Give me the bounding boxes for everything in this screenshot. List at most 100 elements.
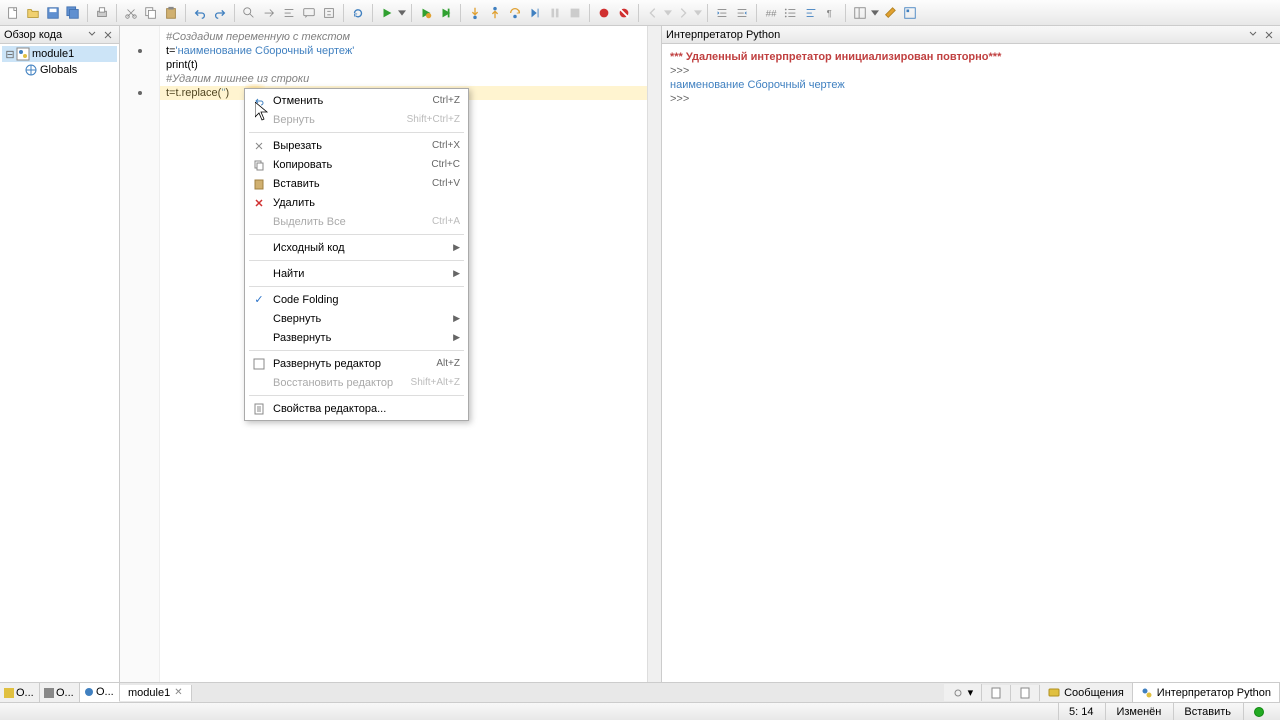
step-over-button[interactable] (437, 4, 455, 22)
menu-delete[interactable]: Удалить (245, 193, 468, 212)
status-led-icon (1254, 707, 1264, 717)
settings-button[interactable] (901, 4, 919, 22)
paste-button[interactable] (162, 4, 180, 22)
new-file-button[interactable] (4, 4, 22, 22)
editor-toolbar-button[interactable] (982, 685, 1011, 701)
open-file-button[interactable] (24, 4, 42, 22)
copy-button[interactable] (142, 4, 160, 22)
debug-button[interactable] (417, 4, 435, 22)
menu-separator (249, 350, 464, 351)
tab-label: Сообщения (1064, 687, 1124, 699)
breakpoint-button[interactable] (595, 4, 613, 22)
menu-editor-properties[interactable]: Свойства редактора... (245, 399, 468, 418)
stop-button[interactable] (566, 4, 584, 22)
print-button[interactable] (93, 4, 111, 22)
tree-item-module[interactable]: ⊟ module1 (2, 46, 117, 62)
gear-icon (952, 687, 964, 699)
editor-tab-module[interactable]: module1 ✕ (120, 685, 192, 701)
cut-button[interactable] (122, 4, 140, 22)
toolbar-separator (234, 4, 235, 22)
menu-select-all[interactable]: Выделить Все Ctrl+A (245, 212, 468, 231)
undo-button[interactable] (191, 4, 209, 22)
nav-back-dropdown[interactable] (664, 6, 672, 20)
nav-forward-button[interactable] (674, 4, 692, 22)
svg-text:##: ## (766, 8, 777, 19)
menu-separator (249, 132, 464, 133)
menu-code-folding[interactable]: ✓ Code Folding (245, 290, 468, 309)
indent-button[interactable] (733, 4, 751, 22)
left-tab[interactable]: О... (0, 683, 40, 702)
paragraph-button[interactable]: ¶ (822, 4, 840, 22)
menu-cut[interactable]: Вырезать Ctrl+X (245, 136, 468, 155)
run-button[interactable] (378, 4, 396, 22)
nav-back-button[interactable] (644, 4, 662, 22)
layout-dropdown[interactable] (871, 6, 879, 20)
run-dropdown[interactable] (398, 6, 406, 20)
paste-icon (253, 178, 265, 190)
step-next-button[interactable] (506, 4, 524, 22)
tab-messages[interactable]: Сообщения (1040, 683, 1133, 702)
panel-minimize-button[interactable] (1246, 28, 1260, 42)
search-button[interactable] (240, 4, 258, 22)
python-icon (1141, 687, 1153, 699)
step-out-button[interactable] (486, 4, 504, 22)
left-tab[interactable]: О... (40, 683, 80, 702)
tree-item-globals[interactable]: Globals (2, 62, 117, 78)
python-file-icon (16, 47, 30, 61)
outdent-button[interactable] (713, 4, 731, 22)
toggle-comment-button[interactable]: ## (762, 4, 780, 22)
undo-icon (253, 95, 265, 107)
bookmark-button[interactable] (320, 4, 338, 22)
editor-toolbar-button[interactable] (1011, 685, 1040, 701)
panel-minimize-button[interactable] (85, 28, 99, 42)
menu-find[interactable]: Найти ▶ (245, 264, 468, 283)
globals-icon (24, 63, 38, 77)
menu-collapse[interactable]: Свернуть ▶ (245, 309, 468, 328)
comment-button[interactable] (300, 4, 318, 22)
list-button[interactable] (782, 4, 800, 22)
run-to-cursor-button[interactable] (526, 4, 544, 22)
format-button[interactable] (280, 4, 298, 22)
tools-button[interactable] (881, 4, 899, 22)
menu-source-code[interactable]: Исходный код ▶ (245, 238, 468, 257)
editor-scrollbar[interactable] (647, 26, 661, 682)
menu-undo[interactable]: Отменить Ctrl+Z (245, 91, 468, 110)
status-position: 5: 14 (1058, 703, 1103, 720)
menu-paste[interactable]: Вставить Ctrl+V (245, 174, 468, 193)
save-all-button[interactable] (64, 4, 82, 22)
menu-copy[interactable]: Копировать Ctrl+C (245, 155, 468, 174)
close-tab-icon[interactable]: ✕ (174, 687, 182, 698)
toolbar-separator (116, 4, 117, 22)
check-icon: ✓ (254, 293, 263, 306)
status-modified: Изменён (1105, 703, 1171, 720)
refresh-button[interactable] (349, 4, 367, 22)
layout-button[interactable] (851, 4, 869, 22)
step-into-button[interactable] (466, 4, 484, 22)
pause-button[interactable] (546, 4, 564, 22)
nav-forward-dropdown[interactable] (694, 6, 702, 20)
panel-close-button[interactable] (1262, 28, 1276, 42)
panel-close-button[interactable] (101, 28, 115, 42)
tab-icon (84, 687, 94, 697)
tab-interpreter[interactable]: Интерпретатор Python (1133, 683, 1280, 702)
toolbar-separator (185, 4, 186, 22)
status-bar: 5: 14 Изменён Вставить (0, 702, 1280, 720)
toolbar-separator (87, 4, 88, 22)
left-tab[interactable]: О... (80, 683, 120, 702)
toolbar-separator (845, 4, 846, 22)
redo-button[interactable] (211, 4, 229, 22)
tree-label: Globals (40, 64, 77, 76)
goto-button[interactable] (260, 4, 278, 22)
clear-breakpoints-button[interactable] (615, 4, 633, 22)
editor-toolbar-button[interactable]: ▾ (944, 684, 983, 701)
save-button[interactable] (44, 4, 62, 22)
whitespace-button[interactable] (802, 4, 820, 22)
collapse-icon[interactable]: ⊟ (4, 48, 16, 61)
menu-expand[interactable]: Развернуть ▶ (245, 328, 468, 347)
panel-title: Интерпретатор Python (666, 29, 1244, 41)
tab-icon (44, 688, 54, 698)
interpreter-output[interactable]: *** Удаленный интерпретатор инициализиро… (662, 44, 1280, 682)
expand-icon (253, 358, 265, 370)
tab-icon (4, 688, 14, 698)
menu-expand-editor[interactable]: Развернуть редактор Alt+Z (245, 354, 468, 373)
